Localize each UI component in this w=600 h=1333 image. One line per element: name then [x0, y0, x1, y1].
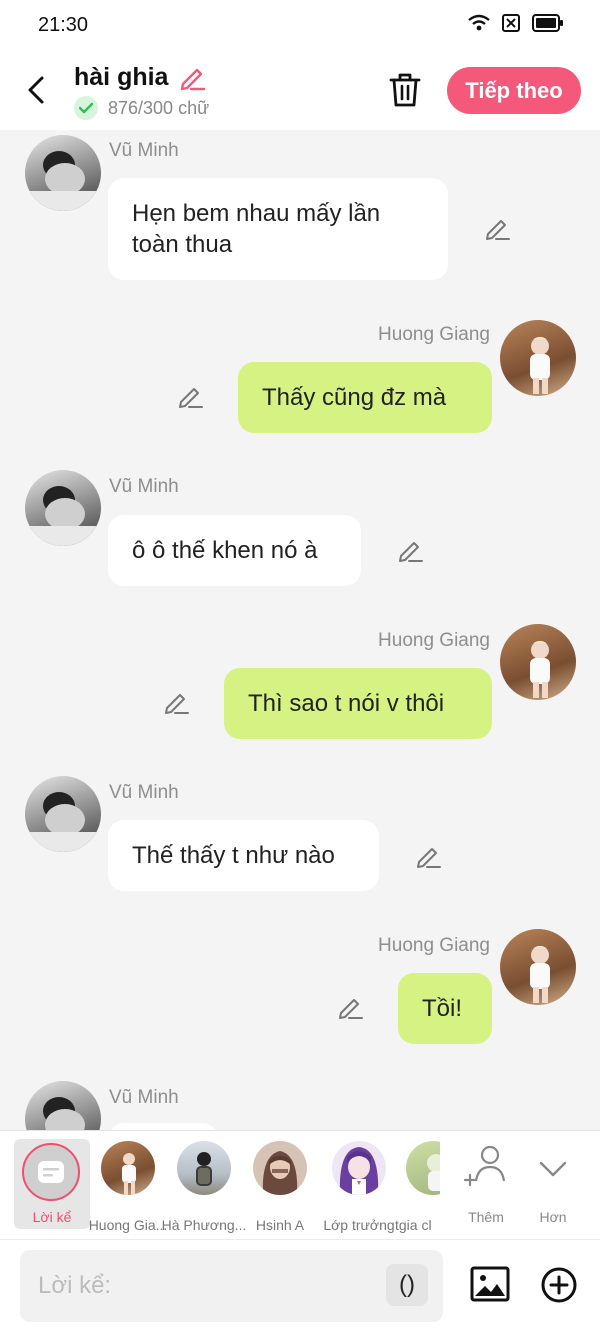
sender-name: Vũ Minh — [109, 140, 179, 161]
avatar[interactable] — [25, 135, 101, 211]
message-input-wrapper: () — [20, 1250, 443, 1322]
message-bubble[interactable]: Hẹn bem nhau mấy lần toàn thua — [108, 178, 448, 280]
character-avatar — [406, 1141, 440, 1195]
back-arrow-icon[interactable] — [22, 72, 52, 108]
message-bubble[interactable]: Thế thấy t như nào — [108, 820, 379, 891]
paren-button[interactable]: () — [386, 1264, 428, 1306]
status-bar: 21:30 — [0, 0, 600, 52]
image-icon[interactable] — [470, 1264, 510, 1304]
avatar[interactable] — [25, 470, 101, 546]
check-icon — [74, 96, 98, 120]
sender-name: Huong Giang — [378, 324, 490, 345]
message-input[interactable] — [38, 1268, 368, 1304]
sender-name: Huong Giang — [378, 630, 490, 651]
character-label: tgia cl — [395, 1217, 432, 1233]
narrator-icon — [38, 1161, 64, 1183]
character-avatar — [177, 1141, 231, 1195]
character-item[interactable]: Lớp trưởng — [321, 1141, 397, 1233]
narrator-label: Lời kể — [32, 1209, 72, 1225]
sender-name: Vũ Minh — [109, 1087, 179, 1108]
plus-circle-icon[interactable] — [540, 1266, 578, 1304]
avatar[interactable] — [25, 1081, 101, 1130]
pencil-icon[interactable] — [396, 536, 424, 564]
add-label: Thêm — [468, 1209, 504, 1225]
character-label: Lớp trưởng — [323, 1217, 395, 1233]
message-bubble[interactable] — [108, 1123, 218, 1130]
word-count: 876/300 chữ — [108, 97, 210, 118]
avatar[interactable] — [25, 776, 101, 852]
story-title[interactable]: hài ghia — [74, 63, 168, 92]
more-label: Hơn — [539, 1209, 567, 1225]
add-person-icon — [463, 1145, 506, 1187]
character-selector: Lời kể Huong Gia... Hà Phương... Hsinh A… — [0, 1131, 600, 1239]
add-character-button[interactable]: Thêm — [456, 1141, 516, 1233]
character-avatar — [253, 1141, 307, 1195]
message-bubble[interactable]: Thấy cũng đz mà — [238, 362, 492, 433]
pencil-icon[interactable] — [483, 214, 511, 242]
character-label: Hsinh A — [255, 1217, 305, 1233]
character-label: Hà Phương... — [161, 1217, 247, 1233]
wifi-icon — [468, 14, 490, 31]
status-time: 21:30 — [38, 14, 89, 36]
character-item[interactable]: Hà Phương... — [162, 1141, 246, 1233]
pencil-icon[interactable] — [414, 842, 442, 870]
sender-name: Vũ Minh — [109, 782, 179, 803]
character-avatar — [101, 1141, 155, 1195]
message-bubble[interactable]: ô ô thế khen nó à — [108, 515, 361, 586]
header: hài ghia 876/300 chữ Tiếp theo — [0, 52, 600, 130]
avatar[interactable] — [500, 320, 576, 396]
pencil-icon[interactable] — [176, 382, 204, 410]
next-button[interactable]: Tiếp theo — [447, 67, 581, 114]
character-item[interactable]: Hsinh A — [242, 1141, 318, 1233]
avatar[interactable] — [500, 929, 576, 1005]
sim-icon — [502, 14, 520, 32]
more-button[interactable]: Hơn — [523, 1141, 583, 1233]
message-bubble[interactable]: Thì sao t nói v thôi — [224, 668, 492, 739]
character-avatar — [332, 1141, 386, 1195]
character-item[interactable]: tgia cl — [395, 1141, 440, 1233]
narrator-button[interactable]: Lời kể — [14, 1139, 90, 1229]
character-label: Huong Gia... — [88, 1217, 168, 1233]
chat-area[interactable]: Vũ Minh Hẹn bem nhau mấy lần toàn thua H… — [0, 130, 600, 1130]
sender-name: Vũ Minh — [109, 476, 179, 497]
avatar[interactable] — [500, 624, 576, 700]
pencil-icon[interactable] — [162, 688, 190, 716]
trash-icon[interactable] — [388, 72, 422, 108]
message-bubble[interactable]: Tồi! — [398, 973, 492, 1044]
pencil-icon[interactable] — [336, 993, 364, 1021]
pencil-icon[interactable] — [177, 62, 207, 92]
chevron-down-icon — [539, 1161, 567, 1177]
sender-name: Huong Giang — [378, 935, 490, 956]
character-item[interactable]: Huong Gia... — [89, 1141, 167, 1233]
battery-icon — [532, 14, 563, 32]
input-bar: () — [0, 1239, 600, 1333]
